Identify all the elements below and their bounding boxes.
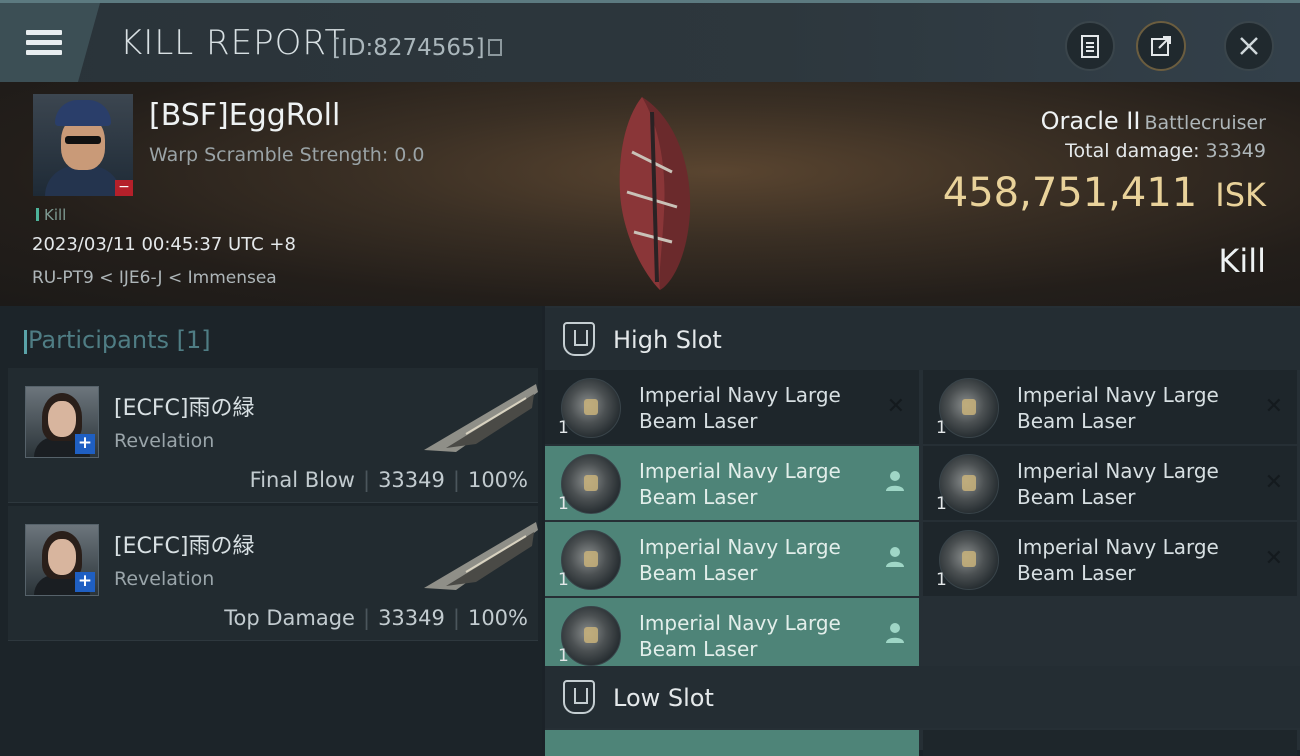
beam-laser-icon bbox=[561, 378, 621, 438]
low-slot-icon bbox=[563, 680, 595, 714]
high-slot-icon bbox=[563, 322, 595, 356]
participant-damage: 33349 bbox=[378, 606, 445, 630]
kill-location[interactable]: RU-PT9 < IJE6-J < Immensea bbox=[32, 268, 277, 288]
module-quantity: 1 bbox=[558, 646, 569, 666]
destroyed-icon: ✕ bbox=[1264, 546, 1283, 571]
participant-damage: 33349 bbox=[378, 468, 445, 492]
module-name: Imperial Navy Large Beam Laser bbox=[639, 459, 841, 509]
kill-tag: Kill bbox=[36, 206, 66, 224]
participant-name: [ECFC]雨の緑 bbox=[114, 534, 255, 559]
module-name: Imperial Navy Large Beam Laser bbox=[639, 611, 841, 661]
ship-name: Oracle II bbox=[1040, 107, 1141, 135]
module-item[interactable]: 1 Imperial Navy Large Beam Laser ✕ bbox=[923, 370, 1297, 444]
dropped-icon bbox=[886, 471, 904, 491]
module-item[interactable]: 1 Imperial Navy Large Beam Laser ✕ bbox=[545, 370, 919, 444]
participant-role: Final Blow bbox=[249, 468, 355, 492]
report-id: [ID:8274565] bbox=[332, 35, 485, 61]
isk-amount: 458,751,411 bbox=[942, 170, 1198, 216]
victim-ship[interactable]: Oracle II Battlecruiser bbox=[1041, 107, 1266, 135]
module-name: Imperial Navy Large Beam Laser bbox=[1017, 383, 1219, 433]
hamburger-menu-icon bbox=[26, 25, 62, 60]
participant-stats: Final Blow | 33349 | 100% bbox=[249, 468, 528, 492]
plus-badge-icon: + bbox=[75, 572, 95, 592]
beam-laser-icon bbox=[561, 606, 621, 666]
high-slot-title: High Slot bbox=[613, 326, 722, 354]
total-damage-value: 33349 bbox=[1205, 140, 1266, 162]
module-item[interactable]: 1 Imperial Navy Large Beam Laser ✕ bbox=[923, 446, 1297, 520]
participant-row[interactable]: + [ECFC]雨の緑 Revelation Top Damage | 33349 |… bbox=[8, 506, 538, 641]
isk-unit: ISK bbox=[1215, 176, 1266, 214]
low-slot-title: Low Slot bbox=[613, 684, 714, 712]
participant-ship-image bbox=[424, 384, 538, 452]
page-title: KILL REPORT bbox=[120, 23, 347, 63]
total-damage-label: Total damage: bbox=[1065, 140, 1200, 162]
module-quantity: 1 bbox=[558, 418, 569, 438]
close-button[interactable] bbox=[1224, 21, 1274, 71]
low-slot-item-partial[interactable] bbox=[923, 730, 1297, 756]
participant-role: Top Damage bbox=[224, 606, 355, 630]
total-damage: Total damage: 33349 bbox=[1065, 140, 1266, 162]
low-slot-item-partial[interactable] bbox=[545, 730, 919, 756]
participant-name: [ECFC]雨の緑 bbox=[114, 396, 255, 421]
isk-value: 458,751,411 ISK bbox=[943, 170, 1266, 216]
module-quantity: 1 bbox=[936, 494, 947, 514]
copy-icon[interactable] bbox=[488, 39, 502, 56]
victim-banner: − [BSF]EggRoll Warp Scramble Strength: 0… bbox=[0, 82, 1300, 306]
module-name: Imperial Navy Large Beam Laser bbox=[639, 383, 841, 433]
beam-laser-icon bbox=[939, 378, 999, 438]
kill-result: Kill bbox=[1218, 242, 1266, 280]
warp-scramble-strength: Warp Scramble Strength: 0.0 bbox=[149, 144, 425, 166]
module-quantity: 1 bbox=[936, 418, 947, 438]
ship-class: Battlecruiser bbox=[1144, 112, 1266, 134]
module-name: Imperial Navy Large Beam Laser bbox=[1017, 535, 1219, 585]
victim-name[interactable]: [BSF]EggRoll bbox=[149, 98, 340, 133]
plus-badge-icon: + bbox=[75, 434, 95, 454]
beam-laser-icon bbox=[939, 530, 999, 590]
beam-laser-icon bbox=[561, 454, 621, 514]
module-name: Imperial Navy Large Beam Laser bbox=[639, 535, 841, 585]
module-item[interactable]: 1 Imperial Navy Large Beam Laser bbox=[545, 522, 919, 596]
participant-ship: Revelation bbox=[114, 568, 215, 590]
low-slot-header: Low Slot bbox=[545, 666, 1300, 728]
destroyed-icon: ✕ bbox=[1264, 470, 1283, 495]
dropped-icon bbox=[886, 547, 904, 567]
module-quantity: 1 bbox=[558, 570, 569, 590]
high-slot-header: High Slot bbox=[545, 308, 1300, 370]
top-bar: KILL REPORT [ID:8274565] bbox=[0, 0, 1300, 82]
participant-percent: 100% bbox=[467, 606, 528, 630]
participant-row[interactable]: + [ECFC]雨の緑 Revelation Final Blow | 33349 |… bbox=[8, 368, 538, 503]
destroyed-icon: ✕ bbox=[886, 394, 905, 419]
participant-percent: 100% bbox=[467, 468, 528, 492]
module-item[interactable]: 1 Imperial Navy Large Beam Laser bbox=[545, 598, 919, 672]
module-quantity: 1 bbox=[936, 570, 947, 590]
fitting-panel: High Slot 1 Imperial Navy Large Beam Lase… bbox=[545, 306, 1300, 756]
module-name: Imperial Navy Large Beam Laser bbox=[1017, 459, 1219, 509]
destroyed-icon: ✕ bbox=[1264, 394, 1283, 419]
module-item[interactable]: 1 Imperial Navy Large Beam Laser bbox=[545, 446, 919, 520]
victim-ship-image bbox=[619, 97, 691, 290]
participant-stats: Top Damage | 33349 | 100% bbox=[224, 606, 528, 630]
clipboard-button[interactable] bbox=[1065, 21, 1115, 71]
participant-ship: Revelation bbox=[114, 430, 215, 452]
participant-ship-image bbox=[424, 522, 538, 590]
share-icon bbox=[1151, 36, 1171, 56]
kill-datetime: 2023/03/11 00:45:37 UTC +8 bbox=[32, 234, 296, 255]
participants-panel: Participants [1] + [ECFC]雨の緑 Revelation … bbox=[0, 306, 542, 750]
beam-laser-icon bbox=[561, 530, 621, 590]
module-item[interactable]: 1 Imperial Navy Large Beam Laser ✕ bbox=[923, 522, 1297, 596]
menu-button[interactable] bbox=[0, 3, 100, 82]
dropped-icon bbox=[886, 623, 904, 643]
clipboard-icon bbox=[1081, 35, 1099, 58]
share-button[interactable] bbox=[1136, 21, 1186, 71]
beam-laser-icon bbox=[939, 454, 999, 514]
hostile-badge-icon: − bbox=[115, 180, 133, 196]
module-quantity: 1 bbox=[558, 494, 569, 514]
close-icon bbox=[1240, 37, 1258, 55]
participants-header: Participants [1] bbox=[24, 326, 211, 354]
